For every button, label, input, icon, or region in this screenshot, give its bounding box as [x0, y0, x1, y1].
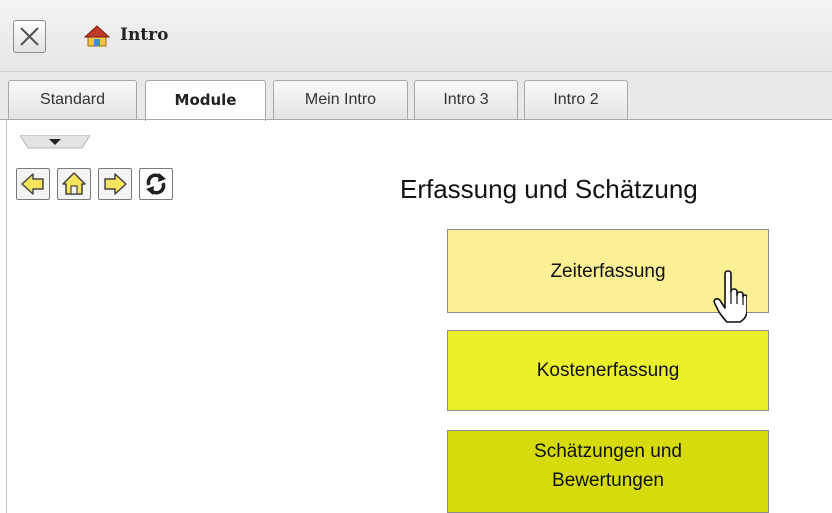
close-icon: [20, 27, 39, 46]
tab-strip: Standard Module Mein Intro Intro 3 Intro…: [0, 72, 832, 121]
window-title: Intro: [120, 25, 169, 45]
home-button[interactable]: [57, 168, 91, 200]
title-bar: Intro: [0, 0, 832, 72]
schaetzungen-label: Schätzungen und Bewertungen: [534, 441, 682, 491]
forward-button[interactable]: [98, 168, 132, 200]
kostenerfassung-label: Kostenerfassung: [536, 360, 680, 381]
schaetzungen-button[interactable]: Schätzungen und Bewertungen: [447, 430, 769, 513]
zeiterfassung-button[interactable]: Zeiterfassung: [447, 229, 769, 313]
tab-intro-2[interactable]: Intro 2: [524, 80, 628, 119]
tab-divider: [0, 119, 832, 120]
tab-standard[interactable]: Standard: [8, 80, 137, 119]
refresh-button[interactable]: [139, 168, 173, 200]
back-button[interactable]: [16, 168, 50, 200]
arrow-left-icon: [21, 173, 44, 195]
refresh-icon: [146, 173, 166, 195]
zeiterfassung-label: Zeiterfassung: [550, 260, 666, 282]
close-button[interactable]: [13, 20, 46, 53]
home-icon: [84, 25, 110, 47]
tab-mein-intro[interactable]: Mein Intro: [273, 80, 408, 119]
home-icon: [62, 172, 86, 195]
tab-module[interactable]: Module: [145, 80, 266, 121]
page-title: Erfassung und Schätzung: [400, 174, 698, 204]
collapse-handle[interactable]: [20, 135, 90, 149]
panel-border: [6, 120, 7, 513]
arrow-right-icon: [104, 173, 127, 195]
kostenerfassung-button[interactable]: Kostenerfassung: [447, 330, 769, 411]
tab-intro-3[interactable]: Intro 3: [414, 80, 518, 119]
